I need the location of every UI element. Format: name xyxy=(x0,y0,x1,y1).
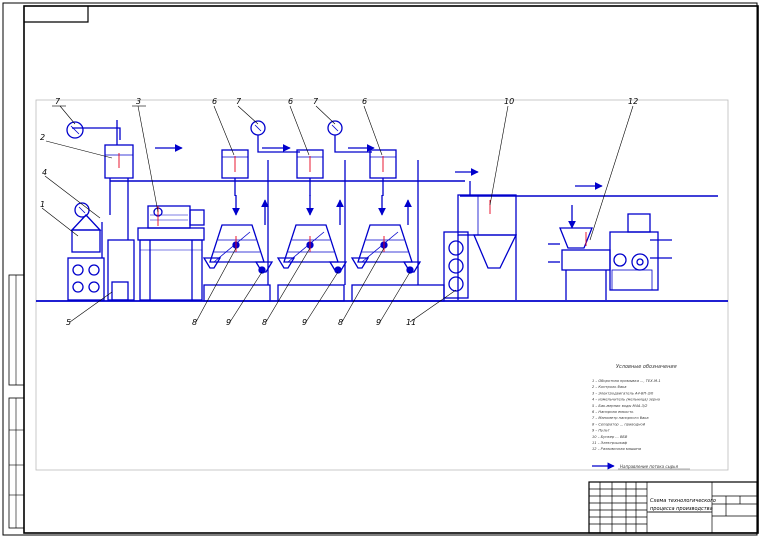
legend-flow-label: Направление потока сырья xyxy=(620,464,679,469)
label-tank-2: 2 xyxy=(40,133,45,142)
legend-item: 10 – Бункер ... ВБВ xyxy=(592,435,628,439)
legend-item: 6 – Напорная емкость xyxy=(592,410,633,414)
label-machine-12: 12 xyxy=(628,97,638,106)
label-mill-4: 4 xyxy=(42,168,47,177)
legend-item: 4 – измельчитель (мельница) зерна xyxy=(592,398,660,402)
position-labels: 7 2 3 6 7 6 7 6 10 12 4 1 5 8 9 8 9 8 9 … xyxy=(40,97,638,327)
legend-item: 9 – Пульт xyxy=(592,429,611,433)
label-cabinet-11: 11 xyxy=(406,318,416,327)
legend-item: 1 – Оборотная промывка ..., ТЕХ-М-1 xyxy=(592,379,661,383)
label-tank-6a: 6 xyxy=(212,97,217,106)
label-tank-6c: 6 xyxy=(362,97,367,106)
separator-2 xyxy=(276,224,348,302)
label-tank-6b: 6 xyxy=(288,97,293,106)
separator-1 xyxy=(202,224,274,302)
label-mill-1: 1 xyxy=(40,200,45,209)
process-schematic xyxy=(36,120,728,302)
title-line-2: процесса производства xyxy=(650,506,713,512)
label-pult-9b: 9 xyxy=(302,318,307,327)
label-gauge-7: 7 xyxy=(55,97,61,106)
label-separator-8b: 8 xyxy=(262,318,267,327)
label-pult-9c: 9 xyxy=(376,318,381,327)
leader-lines xyxy=(41,105,634,323)
legend-item: 11 – Электрошкаф xyxy=(592,441,627,445)
label-tank-5: 5 xyxy=(66,318,71,327)
label-motor-3: 3 xyxy=(136,97,141,106)
label-bunker-10: 10 xyxy=(504,97,514,106)
title-line-1: Схема технологического xyxy=(650,498,716,504)
label-separator-8a: 8 xyxy=(192,318,197,327)
legend: Условные обозначения 1 – Оборотная промы… xyxy=(592,364,690,470)
legend-item: 5 – Бак-мерник воды М4А-3/2 xyxy=(592,404,648,408)
label-gauge-7c: 7 xyxy=(313,97,319,106)
label-pult-9a: 9 xyxy=(226,318,231,327)
legend-item: 3 – Электродвигатель А4-ВП-3/0 xyxy=(592,391,654,395)
label-gauge-7b: 7 xyxy=(236,97,242,106)
label-separator-8c: 8 xyxy=(338,318,343,327)
legend-item: 2 – Контроль бака xyxy=(592,385,626,389)
legend-item: 8 – Сепаратор ... приводной xyxy=(592,422,646,426)
legend-title: Условные обозначения xyxy=(616,364,677,370)
technical-drawing-sheet: 7 2 3 6 7 6 7 6 10 12 4 1 5 8 9 8 9 8 9 … xyxy=(2,2,759,536)
title-block: Схема технологического процесса производ… xyxy=(588,481,758,534)
legend-item: 7 – Манометр напорного бака xyxy=(592,416,649,420)
legend-item: 12 – Разливочная машина xyxy=(592,447,641,451)
separator-3 xyxy=(350,224,445,302)
legend-items: 1 – Оборотная промывка ..., ТЕХ-М-1 2 – К… xyxy=(592,379,661,451)
